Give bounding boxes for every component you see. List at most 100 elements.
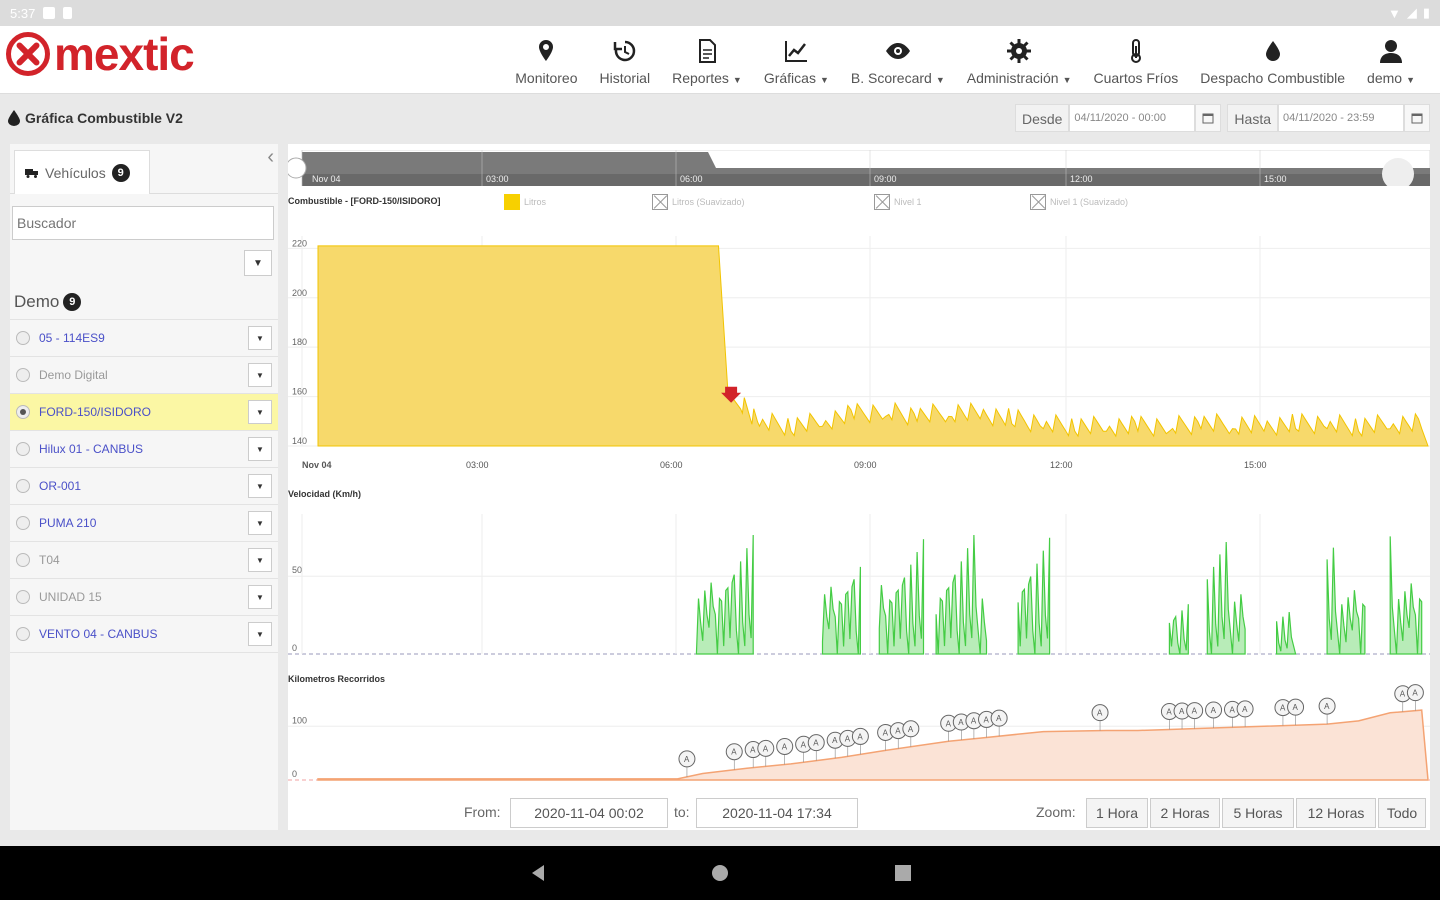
- vehicle-radio[interactable]: [16, 479, 30, 493]
- list-item[interactable]: UNIDAD 15 ▼: [10, 579, 278, 616]
- km-area[interactable]: [317, 709, 1429, 781]
- zoom-5h-button[interactable]: 5 Horas: [1222, 798, 1294, 828]
- time-navigator[interactable]: Nov 04 03:00 06:00 09:00 12:00 15:00: [288, 150, 1430, 186]
- nav-item-reportes[interactable]: Reportes ▼: [661, 26, 753, 94]
- zoom-all-button[interactable]: Todo: [1378, 798, 1426, 828]
- list-item[interactable]: OR-001 ▼: [10, 468, 278, 505]
- km-flag-label: A: [845, 734, 851, 743]
- vehicle-name: OR-001: [39, 479, 82, 493]
- vehicle-menu-button[interactable]: ▼: [248, 363, 272, 387]
- nav-item-administraci-n[interactable]: Administración ▼: [956, 26, 1083, 94]
- fuel-x-tick: 15:00: [1244, 460, 1267, 470]
- from-date-input[interactable]: 04/11/2020 - 00:00: [1069, 104, 1196, 132]
- speed-burst[interactable]: [1276, 611, 1297, 655]
- brand-logo[interactable]: mextic: [6, 31, 195, 77]
- vehicle-menu-button[interactable]: ▼: [248, 474, 272, 498]
- nav-item-b-scorecard[interactable]: B. Scorecard ▼: [840, 26, 956, 94]
- km-flag-label: A: [763, 744, 769, 753]
- zoom-1h-button[interactable]: 1 Hora: [1086, 798, 1148, 828]
- km-flag-label: A: [946, 719, 952, 728]
- from-range-input[interactable]: 2020-11-04 00:02: [510, 798, 668, 828]
- vehicle-menu-button[interactable]: ▼: [248, 548, 272, 572]
- date-range: Desde 04/11/2020 - 00:00 Hasta 04/11/202…: [1014, 104, 1430, 132]
- vehicle-menu-button[interactable]: ▼: [248, 585, 272, 609]
- legend-item-label: Litros (Suavizado): [672, 197, 745, 207]
- km-y-tick: 0: [292, 769, 297, 779]
- vehicle-list: 05 - 114ES9 ▼ Demo Digital ▼ FORD-150/ISIDOR…: [10, 320, 278, 653]
- fuel-x-tick: Nov 04: [302, 460, 332, 470]
- speed-burst[interactable]: [1206, 541, 1246, 655]
- legend-item-nivel1-suavizado[interactable]: Nivel 1 (Suavizado): [1030, 194, 1128, 210]
- speed-burst[interactable]: [1389, 536, 1423, 655]
- legend-item-label: Litros: [524, 197, 547, 207]
- back-icon[interactable]: [528, 863, 548, 883]
- vehicle-radio[interactable]: [16, 627, 30, 641]
- legend-item-litros-suavizado[interactable]: Litros (Suavizado): [652, 194, 745, 210]
- nav-label: Monitoreo: [515, 70, 578, 86]
- speed-burst[interactable]: [935, 534, 988, 655]
- list-item[interactable]: 05 - 114ES9 ▼: [10, 320, 278, 357]
- tab-vehicles[interactable]: Vehículos 9: [14, 150, 150, 194]
- km-flag-label: A: [971, 717, 977, 726]
- vehicle-menu-button[interactable]: ▼: [248, 437, 272, 461]
- to-calendar-icon[interactable]: [1404, 104, 1430, 132]
- vehicle-radio[interactable]: [16, 442, 30, 456]
- legend-item-litros[interactable]: Litros: [504, 194, 546, 210]
- speed-burst[interactable]: [821, 566, 861, 655]
- km-flag-label: A: [1229, 705, 1235, 714]
- list-item[interactable]: Demo Digital ▼: [10, 357, 278, 394]
- search-input[interactable]: [12, 206, 274, 240]
- page-title: Gráfica Combustible V2: [8, 110, 183, 126]
- drop-icon: [1265, 41, 1280, 61]
- vehicle-radio[interactable]: [16, 516, 30, 530]
- speed-burst[interactable]: [1168, 604, 1189, 655]
- list-item[interactable]: T04 ▼: [10, 542, 278, 579]
- navigator-tick-label: Nov 04: [312, 174, 341, 184]
- zoom-12h-button[interactable]: 12 Horas: [1296, 798, 1376, 828]
- from-calendar-icon[interactable]: [1195, 104, 1222, 132]
- collapse-sidebar-icon[interactable]: ‹: [267, 146, 274, 169]
- to-range-input[interactable]: 2020-11-04 17:34: [696, 798, 858, 828]
- page-title-text: Gráfica Combustible V2: [25, 110, 183, 126]
- vehicle-menu-button[interactable]: ▼: [248, 622, 272, 646]
- recents-icon[interactable]: [893, 863, 913, 883]
- list-item[interactable]: FORD-150/ISIDORO ▼: [10, 394, 278, 431]
- speed-burst[interactable]: [1326, 547, 1366, 655]
- to-date-input[interactable]: 04/11/2020 - 23:59: [1278, 104, 1404, 132]
- home-icon[interactable]: [710, 863, 730, 883]
- vehicle-count-badge: 9: [111, 163, 130, 182]
- list-item[interactable]: PUMA 210 ▼: [10, 505, 278, 542]
- vehicle-menu-button[interactable]: ▼: [248, 326, 272, 350]
- charts-svg: 140 160 180 200 220 Nov 04 03:00 06:00 09:00 12:0…: [288, 236, 1430, 781]
- nav-item-gr-ficas[interactable]: Gráficas ▼: [753, 26, 840, 94]
- status-bar: 5:37 ▼ ◢ ▮: [0, 0, 1440, 26]
- vehicle-radio[interactable]: [16, 405, 30, 419]
- speed-burst[interactable]: [695, 534, 754, 655]
- vehicle-radio[interactable]: [16, 553, 30, 567]
- fuel-y-tick: 140: [292, 436, 307, 446]
- nav-item-demo[interactable]: demo ▼: [1356, 26, 1426, 94]
- nav-item-monitoreo[interactable]: Monitoreo: [504, 26, 588, 94]
- filter-dropdown-button[interactable]: ▼: [244, 250, 272, 276]
- navigator-handle-left[interactable]: [288, 157, 307, 179]
- group-header[interactable]: Demo 9: [10, 284, 278, 320]
- fuel-area[interactable]: [317, 245, 1429, 447]
- km-flag-label: A: [1179, 707, 1185, 716]
- vehicle-radio[interactable]: [16, 368, 30, 382]
- vehicle-menu-button[interactable]: ▼: [248, 400, 272, 424]
- legend-item-nivel1[interactable]: Nivel 1: [874, 194, 922, 210]
- list-item[interactable]: Hilux 01 - CANBUS ▼: [10, 431, 278, 468]
- nav-item-despacho-combustible[interactable]: Despacho Combustible: [1189, 26, 1356, 94]
- speed-burst[interactable]: [1017, 537, 1051, 655]
- user-icon: [1380, 40, 1403, 63]
- battery-icon: ▮: [1422, 5, 1430, 20]
- vehicle-radio[interactable]: [16, 590, 30, 604]
- list-item[interactable]: VENTO 04 - CANBUS ▼: [10, 616, 278, 653]
- speed-burst[interactable]: [878, 539, 925, 655]
- km-flag-label: A: [813, 739, 819, 748]
- nav-item-cuartos-fr-os[interactable]: Cuartos Fríos: [1082, 26, 1189, 94]
- vehicle-radio[interactable]: [16, 331, 30, 345]
- nav-item-historial[interactable]: Historial: [589, 26, 662, 94]
- zoom-2h-button[interactable]: 2 Horas: [1150, 798, 1220, 828]
- vehicle-menu-button[interactable]: ▼: [248, 511, 272, 535]
